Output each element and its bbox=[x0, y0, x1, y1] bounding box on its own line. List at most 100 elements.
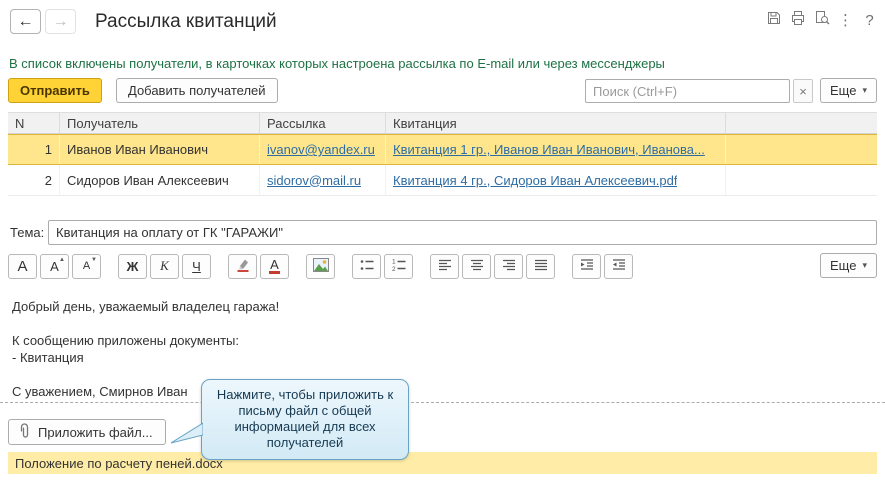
help-button[interactable]: ? bbox=[860, 9, 879, 31]
align-right-icon bbox=[502, 258, 516, 275]
format-more-label: Еще bbox=[830, 258, 857, 273]
chevron-down-icon: ▾ bbox=[862, 85, 867, 95]
mailing-email-link[interactable]: ivanov@yandex.ru bbox=[267, 142, 375, 157]
align-center-button[interactable] bbox=[462, 253, 491, 279]
text-color-button[interactable]: А bbox=[260, 253, 289, 279]
column-header-mailing[interactable]: Рассылка bbox=[260, 113, 386, 133]
recipient-name: Сидоров Иван Алексеевич bbox=[60, 165, 260, 195]
document-magnifier-icon bbox=[814, 10, 830, 30]
insert-image-button[interactable] bbox=[306, 253, 335, 279]
more-button[interactable]: Еще ▾ bbox=[820, 78, 877, 103]
print-icon bbox=[790, 10, 806, 30]
receipt-link[interactable]: Квитанция 1 гр., Иванов Иван Иванович, И… bbox=[393, 142, 705, 157]
font-letter: А bbox=[82, 260, 91, 272]
numbered-list-button[interactable]: 12 bbox=[384, 253, 413, 279]
forward-arrow-icon: → bbox=[52, 12, 69, 30]
align-right-button[interactable] bbox=[494, 253, 523, 279]
clear-icon: × bbox=[799, 83, 807, 99]
align-group bbox=[430, 253, 555, 279]
svg-text:1: 1 bbox=[392, 258, 396, 265]
row-filler bbox=[726, 165, 877, 195]
indent-increase-button[interactable] bbox=[572, 253, 601, 279]
subject-label: Тема: bbox=[10, 225, 45, 240]
column-header-receipt[interactable]: Квитанция bbox=[386, 113, 726, 133]
preview-button[interactable] bbox=[812, 9, 831, 31]
more-button-label: Еще bbox=[830, 83, 857, 98]
attach-file-button[interactable]: Приложить файл... bbox=[8, 419, 166, 445]
picture-icon bbox=[312, 257, 329, 275]
underline-letter: Ч bbox=[192, 258, 201, 274]
attach-file-label: Приложить файл... bbox=[38, 424, 153, 440]
style-group: Ж К Ч bbox=[118, 253, 211, 279]
bold-button[interactable]: Ж bbox=[118, 253, 147, 279]
triangle-up-icon: ▲ bbox=[59, 256, 65, 263]
window-command-icons: ⋮ ? bbox=[764, 9, 879, 31]
send-button[interactable]: Отправить bbox=[8, 78, 102, 103]
highlight-color-button[interactable] bbox=[228, 253, 257, 279]
indent-decrease-button[interactable] bbox=[604, 253, 633, 279]
font-letter: А bbox=[17, 257, 28, 275]
back-arrow-icon: ← bbox=[17, 12, 34, 30]
table-row[interactable]: 2 Сидоров Иван Алексеевич sidorov@mail.r… bbox=[8, 165, 877, 196]
mailing-receipts-window: ← → Рассылка квитанций ⋮ ? В список вклю… bbox=[0, 0, 885, 497]
message-body[interactable]: Добрый день, уважаемый владелец гаража! … bbox=[0, 287, 885, 401]
align-left-button[interactable] bbox=[430, 253, 459, 279]
underline-button[interactable]: Ч bbox=[182, 253, 211, 279]
more-menu-button[interactable]: ⋮ bbox=[836, 9, 855, 31]
svg-text:2: 2 bbox=[392, 266, 396, 272]
page-title: Рассылка квитанций bbox=[95, 11, 277, 32]
attachment-list-item[interactable]: Положение по расчету пеней.docx bbox=[8, 452, 877, 474]
attachment-file-name: Положение по расчету пеней.docx bbox=[15, 455, 223, 471]
recipient-name: Иванов Иван Иванович bbox=[60, 135, 260, 164]
recipients-table: N Получатель Рассылка Квитанция 1 Иванов… bbox=[8, 112, 877, 196]
font-increase-button[interactable]: А ▲ bbox=[40, 253, 69, 279]
paperclip-icon bbox=[18, 422, 31, 442]
row-filler bbox=[726, 135, 877, 164]
font-letter: А bbox=[50, 258, 59, 274]
align-center-icon bbox=[470, 258, 484, 275]
add-recipients-button[interactable]: Добавить получателей bbox=[116, 78, 278, 103]
column-header-recipient[interactable]: Получатель bbox=[60, 113, 260, 133]
bullet-list-icon bbox=[360, 258, 374, 275]
kebab-icon: ⋮ bbox=[838, 12, 853, 29]
format-more-button[interactable]: Еще ▾ bbox=[820, 253, 877, 278]
italic-button[interactable]: К bbox=[150, 253, 179, 279]
triangle-down-icon: ▼ bbox=[91, 256, 97, 263]
mailing-email-link[interactable]: sidorov@mail.ru bbox=[267, 173, 361, 188]
highlighter-icon bbox=[236, 258, 250, 275]
save-button[interactable] bbox=[764, 9, 783, 31]
row-number: 1 bbox=[8, 135, 60, 164]
align-left-icon bbox=[438, 258, 452, 275]
subject-input[interactable] bbox=[48, 220, 877, 245]
info-text: В список включены получатели, в карточка… bbox=[9, 56, 665, 71]
column-header-n[interactable]: N bbox=[8, 113, 60, 133]
align-justify-icon bbox=[534, 258, 548, 275]
table-header: N Получатель Рассылка Квитанция bbox=[8, 112, 877, 134]
font-decrease-button[interactable]: А ▼ bbox=[72, 253, 101, 279]
receipt-link[interactable]: Квитанция 4 гр., Сидоров Иван Алексеевич… bbox=[393, 173, 677, 188]
indent-group bbox=[572, 253, 633, 279]
indent-decrease-icon bbox=[612, 258, 626, 275]
bullet-list-button[interactable] bbox=[352, 253, 381, 279]
print-button[interactable] bbox=[788, 9, 807, 31]
table-row[interactable]: 1 Иванов Иван Иванович ivanov@yandex.ru … bbox=[8, 134, 877, 165]
color-letter: А bbox=[270, 257, 279, 272]
font-button[interactable]: А bbox=[8, 253, 37, 279]
list-group: 12 bbox=[352, 253, 413, 279]
align-justify-button[interactable] bbox=[526, 253, 555, 279]
back-button[interactable]: ← bbox=[10, 9, 41, 34]
numbered-list-icon: 12 bbox=[392, 258, 406, 275]
clear-search-button[interactable]: × bbox=[793, 79, 813, 103]
attachments-splitter[interactable] bbox=[0, 402, 885, 406]
save-icon bbox=[766, 10, 782, 30]
formatting-toolbar: А А ▲ А ▼ Ж К Ч А 1 2 Еще ▾ bbox=[8, 253, 877, 279]
row-number: 2 bbox=[8, 165, 60, 195]
forward-button[interactable]: → bbox=[45, 9, 76, 34]
tooltip-text: Нажмите, чтобы приложить к письму файл с… bbox=[216, 387, 394, 450]
help-icon: ? bbox=[865, 11, 874, 29]
attach-file-tooltip: Нажмите, чтобы приложить к письму файл с… bbox=[170, 379, 409, 460]
text-color-icon: А bbox=[269, 258, 280, 274]
search-input[interactable] bbox=[585, 79, 790, 103]
italic-letter: К bbox=[160, 258, 169, 273]
color-group: А bbox=[228, 253, 289, 279]
